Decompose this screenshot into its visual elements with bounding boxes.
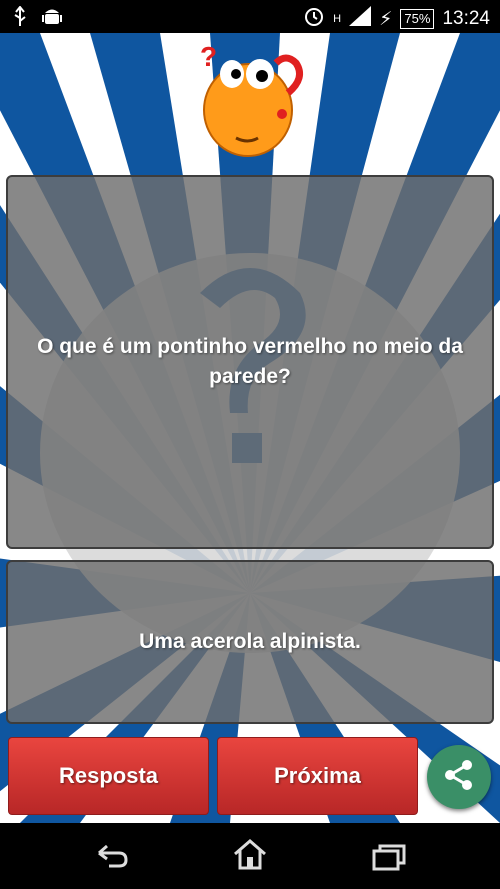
charging-icon: ⚡ xyxy=(379,8,393,30)
clock: 13:24 xyxy=(442,8,490,29)
android-icon xyxy=(42,6,62,33)
status-bar: H ⚡ 75% 13:24 xyxy=(0,0,500,33)
share-icon xyxy=(442,758,476,797)
home-icon[interactable] xyxy=(232,838,268,875)
svg-text:?: ? xyxy=(200,41,217,72)
back-icon[interactable] xyxy=(95,841,129,874)
question-card: O que é um pontinho vermelho no meio da … xyxy=(6,175,494,549)
signal-icon xyxy=(349,6,372,32)
share-button[interactable] xyxy=(427,745,491,809)
answer-text: Uma acerola alpinista. xyxy=(139,630,361,653)
usb-icon xyxy=(12,5,28,33)
battery-indicator: 75% xyxy=(400,9,435,29)
next-button[interactable]: Próxima xyxy=(217,737,418,815)
navigation-bar xyxy=(0,823,500,889)
network-type: H xyxy=(333,13,342,25)
recents-icon[interactable] xyxy=(372,843,406,876)
answer-card: Uma acerola alpinista. xyxy=(6,560,494,724)
thinking-emoji-icon: ? xyxy=(196,38,308,160)
answer-button[interactable]: Resposta xyxy=(8,737,209,815)
question-text: O que é um pontinho vermelho no meio da … xyxy=(37,335,463,388)
alarm-icon xyxy=(303,5,325,33)
